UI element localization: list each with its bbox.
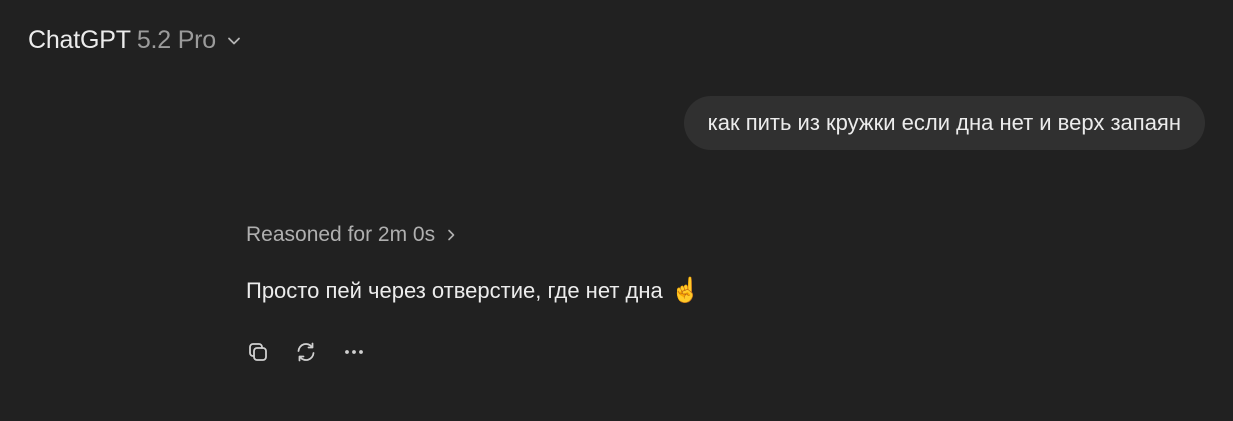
assistant-message-text: Просто пей через отверстие, где нет дна [246,278,663,303]
more-options-button[interactable] [336,334,372,370]
pointing-up-emoji: ☝️ [670,277,701,304]
user-message-bubble: как пить из кружки если дна нет и верх з… [683,96,1205,150]
chat-page: ChatGPT 5.2 Pro как пить из кружки если … [0,0,1233,421]
model-name: ChatGPT [28,25,131,54]
regenerate-button[interactable] [288,334,324,370]
copy-icon [249,343,267,361]
regenerate-icon [297,342,315,362]
message-actions [240,334,372,370]
reasoning-toggle[interactable]: Reasoned for 2m 0s [246,220,459,250]
assistant-message: Просто пей через отверстие, где нет дна … [246,278,701,304]
user-message-text: как пить из кружки если дна нет и верх з… [707,110,1181,135]
model-selector[interactable]: ChatGPT 5.2 Pro [28,24,244,56]
chevron-right-icon [448,229,455,241]
more-icon [345,350,363,354]
model-version: 5.2 Pro [136,25,217,54]
copy-button[interactable] [240,334,276,370]
chevron-down-icon [228,37,240,45]
reasoning-label: Reasoned for 2m 0s [246,223,436,246]
